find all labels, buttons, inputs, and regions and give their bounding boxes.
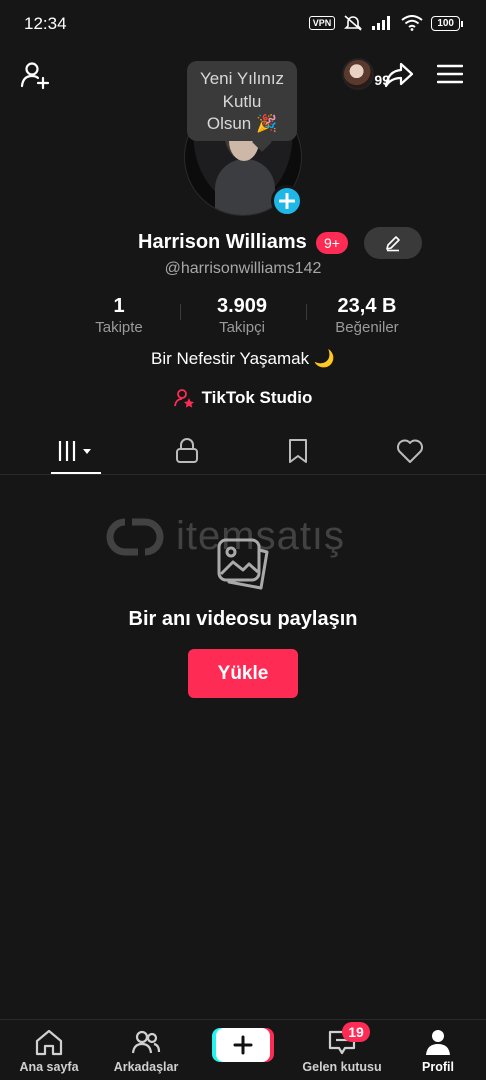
stat-followers[interactable]: 3.909 Takipçi: [187, 294, 297, 338]
vpn-indicator: VPN: [308, 16, 336, 30]
bottom-navigation: Ana sayfa Arkadaşlar Gelen kutusu 19 Pro…: [0, 1019, 486, 1080]
content-tabs: [0, 428, 486, 475]
nav-label: Arkadaşlar: [113, 1060, 179, 1074]
stat-value: 1: [113, 295, 125, 317]
signal-icon: [372, 16, 391, 30]
battery-indicator: 100: [431, 15, 463, 31]
divider: [306, 304, 307, 320]
note-line-1: Yeni Yılınız: [199, 69, 285, 88]
mute-icon: [344, 15, 363, 31]
stat-label: Takipçi: [219, 319, 265, 336]
inbox-count-badge: 19: [342, 1022, 370, 1042]
stat-label: Takipte: [95, 319, 143, 336]
empty-photo-icon: [215, 536, 271, 592]
active-tab-indicator: [51, 472, 101, 474]
share-icon: [384, 62, 414, 88]
profile-stats: 1 Takipte 3.909 Takipçi 23,4 B Beğeniler: [0, 294, 486, 340]
notification-badge[interactable]: 9+: [316, 232, 348, 254]
watermark-logo-icon: [106, 518, 164, 556]
stat-following[interactable]: 1 Takipte: [64, 294, 174, 338]
add-story-button[interactable]: [271, 185, 303, 217]
note-line-2: Kutlu: [222, 91, 262, 111]
hamburger-icon: [437, 64, 463, 84]
studio-label: TikTok Studio: [201, 388, 313, 407]
note-line-3: Olsun 🎉: [206, 114, 278, 133]
profile-name: Harrison Williams: [138, 231, 307, 253]
tiktok-studio-link[interactable]: TikTok Studio: [0, 388, 486, 408]
tab-liked[interactable]: [380, 428, 440, 474]
share-profile-button[interactable]: [382, 58, 416, 92]
heart-icon: [397, 439, 423, 463]
nav-friends[interactable]: Arkadaşlar: [108, 1020, 184, 1080]
stat-value: 3.909: [216, 295, 268, 317]
create-button[interactable]: [216, 1028, 270, 1062]
nav-label: Profil: [422, 1060, 454, 1074]
friends-icon: [131, 1030, 161, 1054]
status-icons: VPN 100: [308, 14, 463, 32]
home-icon: [35, 1029, 63, 1056]
stat-value: 23,4 B: [337, 295, 397, 317]
profile-bio: Bir Nefestir Yaşamak 🌙: [151, 349, 335, 368]
profile-icon: [426, 1030, 450, 1055]
tab-videos[interactable]: [46, 428, 106, 474]
plus-icon: [279, 193, 295, 209]
studio-icon: [173, 389, 194, 408]
tab-private[interactable]: [157, 428, 217, 474]
plus-icon: [233, 1035, 253, 1055]
grid-dropdown-icon: [58, 441, 91, 461]
pencil-icon: [386, 236, 400, 252]
nav-label: Ana sayfa: [19, 1060, 79, 1074]
lock-icon: [176, 438, 198, 463]
status-time: 12:34: [24, 14, 67, 33]
profile-handle: @harrisonwilliams142: [164, 260, 322, 277]
status-bar: 12:34 VPN 100: [0, 0, 486, 48]
divider: [180, 304, 181, 320]
empty-state-message: Bir anı videosu paylaşın: [128, 608, 358, 630]
tab-saved[interactable]: [268, 428, 328, 474]
nav-home[interactable]: Ana sayfa: [14, 1020, 84, 1080]
nav-label: Gelen kutusu: [302, 1060, 382, 1074]
add-friend-button[interactable]: [18, 58, 52, 92]
wifi-icon: [401, 15, 423, 31]
nav-profile[interactable]: Profil: [410, 1020, 466, 1080]
edit-profile-button[interactable]: [364, 227, 422, 259]
menu-button[interactable]: [436, 60, 464, 88]
note-bubble[interactable]: Yeni Yılınız Kutlu Olsun 🎉: [187, 61, 297, 141]
bookmark-icon: [289, 439, 307, 463]
upload-button[interactable]: Yükle: [188, 649, 298, 698]
stat-label: Beğeniler: [335, 319, 399, 336]
stat-likes[interactable]: 23,4 B Beğeniler: [312, 294, 422, 338]
story-viewers-avatar[interactable]: [342, 58, 374, 90]
add-user-icon: [20, 62, 50, 90]
